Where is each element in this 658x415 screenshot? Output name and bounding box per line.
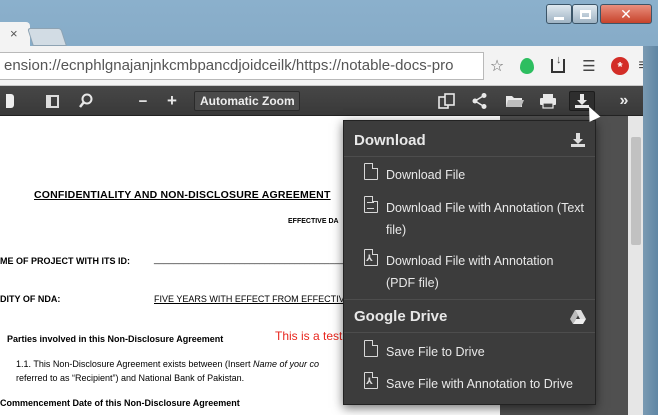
project-label: ME OF PROJECT WITH ITS ID: xyxy=(0,256,130,266)
text-file-icon xyxy=(364,196,378,213)
maximize-icon xyxy=(579,9,591,19)
effective-date-label: EFFECTIVE DA xyxy=(288,218,339,225)
commencement-heading: Commencement Date of this Non-Disclosure… xyxy=(0,398,240,408)
zoom-out-button[interactable]: − xyxy=(133,91,153,111)
list-icon[interactable]: ☰ xyxy=(579,56,599,76)
evernote-icon[interactable] xyxy=(517,56,537,76)
pdf-file-icon: ⅄ xyxy=(364,249,378,266)
clause-1-continued: referred to as “Recipient”) and National… xyxy=(16,373,245,383)
clause-1-text: 1.1. This Non-Disclosure Agreement exist… xyxy=(16,359,319,369)
close-window-button[interactable]: ✕ xyxy=(600,4,652,24)
browser-toolbar: ension://ecnphlgnajanjnkcmbpancdjoidceil… xyxy=(0,46,648,86)
google-drive-header: Google Drive xyxy=(354,308,448,325)
menu-item-download-file[interactable]: Download File xyxy=(344,163,595,185)
download-menu: Download Download File Download File wit… xyxy=(343,120,596,405)
minimize-button[interactable] xyxy=(546,4,572,24)
file-icon xyxy=(364,340,378,357)
file-icon xyxy=(364,163,378,180)
open-folder-icon[interactable] xyxy=(505,91,525,111)
menu-item-label: Download File with Annotation (PDF file) xyxy=(386,254,554,290)
google-drive-icon xyxy=(569,308,587,326)
menu-divider xyxy=(344,332,595,333)
menu-divider xyxy=(344,299,595,300)
annotation-text[interactable]: This is a test xyxy=(275,329,342,343)
project-value: _______________________________________ xyxy=(154,254,350,264)
close-icon: ✕ xyxy=(620,5,632,22)
window-edge xyxy=(643,46,658,415)
menu-item-label: Save File to Drive xyxy=(386,345,485,359)
download-to-icon[interactable]: ↓ xyxy=(548,55,568,76)
new-tab-button[interactable] xyxy=(27,28,67,46)
tab-close-icon[interactable]: × xyxy=(10,26,18,41)
sidebar-partial-icon[interactable] xyxy=(0,91,20,111)
menu-item-label: Download File with Annotation (Text file… xyxy=(386,201,585,237)
menu-item-download-annotation-text[interactable]: Download File with Annotation (Text file… xyxy=(344,196,595,240)
validity-label: DITY OF NDA: xyxy=(0,294,61,304)
pdf-file-icon: ⅄ xyxy=(364,372,378,389)
parties-heading: Parties involved in this Non-Disclosure … xyxy=(7,334,224,344)
menu-divider xyxy=(344,156,595,157)
menu-item-save-annotation-to-drive[interactable]: ⅄ Save File with Annotation to Drive xyxy=(344,372,595,394)
download-icon xyxy=(569,131,587,149)
maximize-button[interactable] xyxy=(572,4,598,24)
menu-item-label: Download File xyxy=(386,168,466,182)
zoom-select[interactable]: Automatic Zoom ▾ xyxy=(194,91,300,125)
print-icon[interactable] xyxy=(538,91,558,111)
share-icon[interactable] xyxy=(470,91,490,111)
validity-value: FIVE YEARS WITH EFFECT FROM EFFECTIVE D xyxy=(154,294,360,304)
more-tools-icon[interactable]: » xyxy=(614,91,634,111)
zoom-in-button[interactable]: + xyxy=(162,91,182,111)
star-icon[interactable]: ☆ xyxy=(487,56,507,76)
presentation-mode-icon[interactable] xyxy=(437,91,457,111)
document-title: CONFIDENTIALITY AND NON-DISCLOSURE AGREE… xyxy=(34,189,331,201)
toggle-sidebar-icon[interactable] xyxy=(42,91,62,111)
scrollbar-thumb[interactable] xyxy=(631,137,641,245)
pdf-toolbar: − + Automatic Zoom ▾ » xyxy=(0,86,643,125)
menu-item-download-annotation-pdf[interactable]: ⅄ Download File with Annotation (PDF fil… xyxy=(344,249,595,293)
address-bar[interactable]: ension://ecnphlgnajanjnkcmbpancdjoidceil… xyxy=(0,52,484,80)
search-icon[interactable] xyxy=(76,91,96,111)
lastpass-icon[interactable]: * xyxy=(610,56,630,76)
minimize-icon xyxy=(554,16,564,20)
menu-item-save-to-drive[interactable]: Save File to Drive xyxy=(344,340,595,362)
menu-item-label: Save File with Annotation to Drive xyxy=(386,377,573,391)
zoom-label: Automatic Zoom xyxy=(200,94,295,108)
browser-tab[interactable]: × xyxy=(0,22,30,46)
download-header: Download xyxy=(354,132,426,149)
